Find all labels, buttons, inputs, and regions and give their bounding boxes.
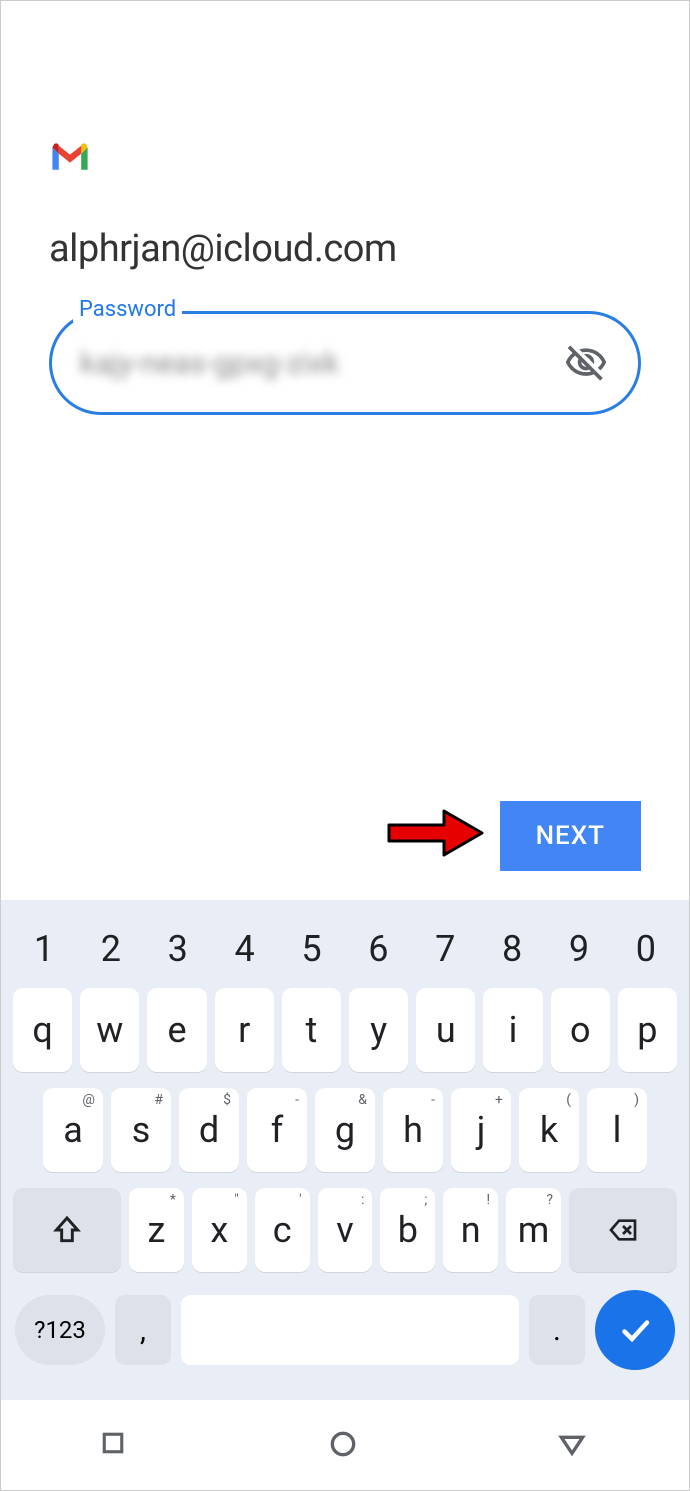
key-a[interactable]: a@ — [43, 1088, 103, 1172]
num-key-0[interactable]: 0 — [621, 928, 671, 970]
password-input[interactable]: kajy-neas-gpxg-zixk — [80, 346, 562, 381]
key-e[interactable]: e — [147, 988, 206, 1072]
key-z[interactable]: z* — [129, 1188, 184, 1272]
key-s[interactable]: s# — [111, 1088, 171, 1172]
key-b[interactable]: b; — [380, 1188, 435, 1272]
symbols-key[interactable]: ?123 — [15, 1295, 105, 1365]
visibility-off-icon[interactable] — [562, 339, 610, 387]
backspace-key[interactable] — [569, 1188, 677, 1272]
system-nav-bar — [1, 1402, 689, 1490]
num-key-4[interactable]: 4 — [220, 928, 270, 970]
num-key-5[interactable]: 5 — [287, 928, 337, 970]
key-m[interactable]: m? — [506, 1188, 561, 1272]
period-key[interactable]: . — [529, 1295, 585, 1365]
key-n[interactable]: n! — [443, 1188, 498, 1272]
num-key-9[interactable]: 9 — [554, 928, 604, 970]
key-c[interactable]: c' — [255, 1188, 310, 1272]
num-key-3[interactable]: 3 — [153, 928, 203, 970]
shift-key[interactable] — [13, 1188, 121, 1272]
key-r[interactable]: r — [215, 988, 274, 1072]
key-h[interactable]: h- — [383, 1088, 443, 1172]
key-g[interactable]: g& — [315, 1088, 375, 1172]
home-icon[interactable] — [327, 1428, 363, 1464]
next-button[interactable]: NEXT — [500, 801, 641, 871]
key-k[interactable]: k( — [519, 1088, 579, 1172]
key-w[interactable]: w — [80, 988, 139, 1072]
key-v[interactable]: v: — [318, 1188, 373, 1272]
password-field-container: Password kajy-neas-gpxg-zixk — [49, 311, 641, 415]
num-key-1[interactable]: 1 — [19, 928, 69, 970]
key-o[interactable]: o — [551, 988, 610, 1072]
recent-apps-icon[interactable] — [98, 1428, 134, 1464]
gmail-logo — [49, 141, 641, 177]
key-l[interactable]: l) — [587, 1088, 647, 1172]
num-key-7[interactable]: 7 — [420, 928, 470, 970]
key-i[interactable]: i — [483, 988, 542, 1072]
key-x[interactable]: x" — [192, 1188, 247, 1272]
password-input-box[interactable]: kajy-neas-gpxg-zixk — [49, 311, 641, 415]
key-y[interactable]: y — [349, 988, 408, 1072]
key-j[interactable]: j+ — [451, 1088, 511, 1172]
key-u[interactable]: u — [416, 988, 475, 1072]
email-address: alphrjan@icloud.com — [49, 227, 641, 271]
space-key[interactable] — [181, 1295, 519, 1365]
arrow-annotation — [384, 803, 484, 867]
comma-key[interactable]: , — [115, 1295, 171, 1365]
password-label: Password — [73, 297, 182, 322]
key-f[interactable]: f- — [247, 1088, 307, 1172]
num-key-6[interactable]: 6 — [353, 928, 403, 970]
key-q[interactable]: q — [13, 988, 72, 1072]
key-t[interactable]: t — [282, 988, 341, 1072]
key-p[interactable]: p — [618, 988, 677, 1072]
soft-keyboard: 1234567890 qwertyuiop a@s#d$f-g&h-j+k(l)… — [1, 900, 689, 1400]
num-key-8[interactable]: 8 — [487, 928, 537, 970]
num-key-2[interactable]: 2 — [86, 928, 136, 970]
enter-key[interactable] — [595, 1290, 675, 1370]
back-icon[interactable] — [556, 1428, 592, 1464]
key-d[interactable]: d$ — [179, 1088, 239, 1172]
